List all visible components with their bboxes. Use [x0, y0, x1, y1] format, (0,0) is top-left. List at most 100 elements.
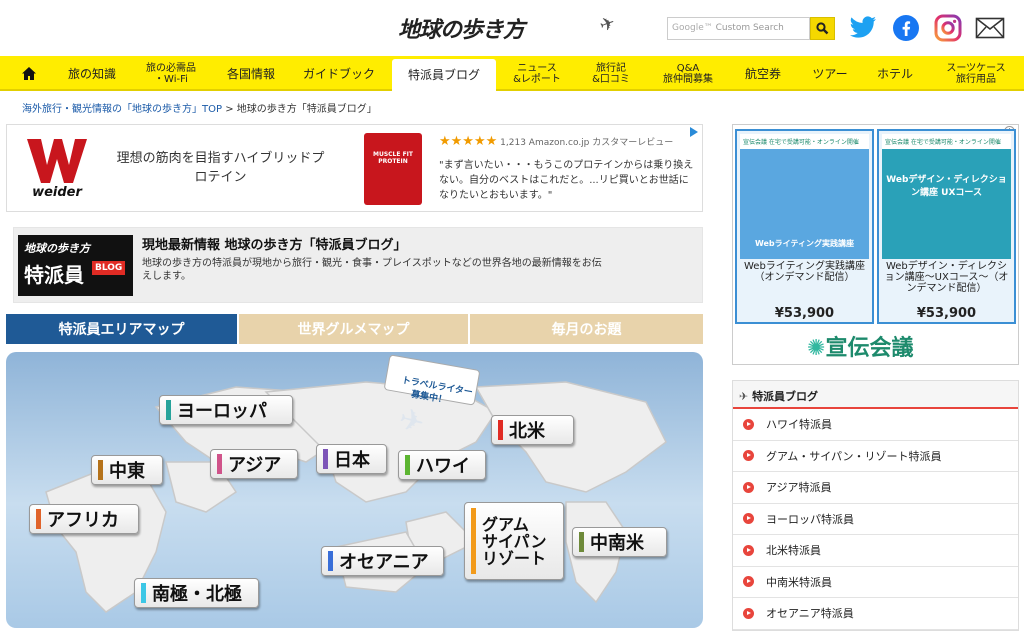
nav-item-travelogue[interactable]: 旅行記 &口コミ	[580, 56, 642, 91]
home-icon[interactable]	[12, 56, 46, 91]
region-oceania[interactable]: オセアニア	[321, 546, 444, 576]
region-guam-saipan-label: グアム サイパン リゾート	[482, 514, 547, 568]
ad-review: ★★★★★ 1,213 Amazon.co.jp カスタマーレビュー	[439, 134, 673, 149]
region-asia[interactable]: アジア	[210, 449, 298, 479]
world-map-graphic	[45, 381, 667, 613]
world-region-map: トラベルライター 募集中！ ✈ ヨーロッパ 中東 アジア 日本 ハワイ 北米 ア…	[6, 352, 703, 628]
weider-logo: weider	[25, 135, 89, 201]
region-guam-saipan[interactable]: グアム サイパン リゾート	[464, 502, 564, 580]
ad-quote: "まず言いたい・・・もうこのプロテインからは乗り換えない。自分のベストはこれだと…	[439, 160, 694, 201]
region-oceania-label: オセアニア	[339, 552, 429, 573]
breadcrumb-home-link[interactable]: 海外旅行・観光情報の「地球の歩き方」TOP	[22, 104, 222, 115]
nav-item-country-info[interactable]: 各国情報	[216, 56, 286, 91]
nav-item-essentials[interactable]: 旅の必需品 ・Wi-Fi	[134, 56, 208, 91]
airplane-icon: ✈	[739, 390, 749, 403]
search-brand: Google™	[672, 23, 713, 33]
blog-intro: 地球の歩き方 特派員 BLOG 現地最新情報 地球の歩き方「特派員ブログ」 地球…	[13, 227, 703, 303]
course-tag: 宣伝会議 在宅で受講可能・オンライン開催	[740, 134, 869, 149]
sidebar-item-asia[interactable]: アジア特派員	[733, 472, 1018, 504]
main-nav: 旅の知識 旅の必需品 ・Wi-Fi 各国情報 ガイドブック 特派員ブログ ニュー…	[0, 56, 1024, 91]
course-card-writing[interactable]: 宣伝会議 在宅で受講可能・オンライン開催 Webライティング実践講座 Webライ…	[735, 129, 874, 324]
site-header: 地球の歩き方 ✈ Google™ Custom Search	[0, 0, 1024, 56]
arrow-circle-icon	[743, 544, 754, 556]
blog-logo: 地球の歩き方 特派員 BLOG	[18, 235, 133, 296]
region-middle-east[interactable]: 中東	[91, 455, 163, 485]
tab-gourmet-map-label: 世界グルメマップ	[297, 322, 410, 338]
tab-gourmet-map[interactable]: 世界グルメマップ	[239, 314, 468, 344]
region-north-america[interactable]: 北米	[491, 415, 574, 445]
twitter-icon[interactable]	[848, 13, 878, 43]
sidebar-item-north-america[interactable]: 北米特派員	[733, 535, 1018, 567]
arrow-circle-icon	[743, 418, 754, 430]
region-polar[interactable]: 南極・北極	[134, 578, 259, 608]
mail-icon[interactable]	[975, 13, 1005, 43]
sidebar-item-label: ヨーロッパ特派員	[766, 512, 854, 526]
course-name: Webライティング実践講座（オンデマンド配信）	[743, 261, 865, 283]
arrow-circle-icon	[743, 450, 754, 462]
nav-item-qa[interactable]: Q&A 旅仲間募集	[652, 56, 724, 91]
nav-item-knowledge[interactable]: 旅の知識	[56, 56, 128, 91]
sidebar-item-label: ハワイ特派員	[766, 418, 832, 432]
region-latin-america[interactable]: 中南米	[572, 527, 667, 557]
sidebar-item-latin-america[interactable]: 中南米特派員	[733, 567, 1018, 598]
adchoices-icon[interactable]	[690, 127, 698, 137]
sendenkaigi-brand: 宣伝会議	[825, 336, 914, 361]
sendenkaigi-logo: ✺宣伝会議	[807, 330, 913, 362]
blog-sidebar-heading-text: 特派員ブログ	[752, 390, 819, 403]
protein-ad-banner[interactable]: weider 理想の筋肉を目指すハイブリッドプロテイン MUSCLE FIT P…	[6, 124, 703, 212]
rating-stars-icon: ★★★★★	[439, 134, 498, 149]
course-image-title: Webライティング実践講座	[754, 239, 855, 248]
sidebar-item-hawaii[interactable]: ハワイ特派員	[733, 409, 1018, 441]
region-north-america-label: 北米	[509, 421, 545, 442]
tab-area-map-label: 特派員エリアマップ	[58, 322, 185, 338]
region-japan[interactable]: 日本	[316, 444, 387, 474]
region-africa-label: アフリカ	[47, 510, 119, 531]
airplane-icon: ✈	[596, 12, 619, 37]
breadcrumb-current: 地球の歩き方「特派員ブログ」	[236, 104, 377, 115]
nav-item-flights[interactable]: 航空券	[734, 56, 792, 91]
sendenkaigi-ad[interactable]: i 宣伝会議 在宅で受講可能・オンライン開催 Webライティング実践講座 Web…	[732, 124, 1019, 365]
tab-area-map[interactable]: 特派員エリアマップ	[6, 314, 237, 344]
nav-item-news[interactable]: ニュース &レポート	[504, 56, 570, 91]
breadcrumb-separator: >	[225, 104, 234, 115]
sidebar-item-europe[interactable]: ヨーロッパ特派員	[733, 504, 1018, 535]
package-label: MUSCLE FIT PROTEIN	[372, 151, 413, 165]
region-europe[interactable]: ヨーロッパ	[159, 395, 293, 425]
region-africa[interactable]: アフリカ	[29, 504, 139, 534]
blog-description: 地球の歩き方の特派員が現地から旅行・観光・食事・プレイスポットなどの世界各地の最…	[142, 258, 602, 282]
course-price: ¥53,900	[916, 306, 977, 321]
region-hawaii[interactable]: ハワイ	[398, 450, 486, 480]
facebook-icon[interactable]	[891, 13, 921, 43]
nav-item-hotels[interactable]: ホテル	[866, 56, 924, 91]
sidebar-item-label: アジア特派員	[766, 481, 832, 495]
region-hawaii-label: ハワイ	[416, 456, 470, 477]
course-card-design[interactable]: 宣伝会議 在宅で受講可能・オンライン開催 Webデザイン・ディレクション講座 U…	[877, 129, 1016, 324]
protein-package: MUSCLE FIT PROTEIN	[364, 133, 422, 205]
search-input[interactable]: Google™ Custom Search	[667, 17, 810, 40]
nav-item-blog[interactable]: 特派員ブログ	[392, 59, 496, 91]
sidebar-item-label: オセアニア特派員	[766, 607, 854, 621]
instagram-icon[interactable]	[933, 13, 963, 43]
tab-monthly-topic-label: 毎月のお題	[551, 322, 622, 338]
course-image-writing: 宣伝会議 在宅で受講可能・オンライン開催 Webライティング実践講座	[740, 134, 869, 259]
sidebar-item-label: 北米特派員	[766, 544, 821, 558]
course-image-design: 宣伝会議 在宅で受講可能・オンライン開催 Webデザイン・ディレクション講座 U…	[882, 134, 1011, 259]
sidebar-item-oceania[interactable]: オセアニア特派員	[733, 598, 1018, 630]
nav-item-tours[interactable]: ツアー	[800, 56, 860, 91]
sidebar-item-guam[interactable]: グアム・サイパン・リゾート特派員	[733, 441, 1018, 472]
arrow-circle-icon	[743, 513, 754, 525]
region-asia-label: アジア	[228, 455, 282, 476]
arrow-circle-icon	[743, 607, 754, 619]
ad-headline: 理想の筋肉を目指すハイブリッドプロテイン	[116, 151, 325, 185]
course-image-title: Webデザイン・ディレクション講座 UXコース	[886, 175, 1007, 198]
tab-monthly-topic[interactable]: 毎月のお題	[470, 314, 703, 344]
site-logo[interactable]: 地球の歩き方	[398, 12, 525, 44]
blog-sidebar: ✈ 特派員ブログ ハワイ特派員 グアム・サイパン・リゾート特派員 アジア特派員 …	[732, 380, 1019, 631]
search-placeholder: Custom Search	[715, 23, 784, 33]
nav-item-guidebook[interactable]: ガイドブック	[294, 56, 384, 91]
blog-sidebar-heading: ✈ 特派員ブログ	[733, 381, 1018, 409]
blog-logo-line2: 特派員	[24, 263, 84, 287]
search-button[interactable]	[810, 17, 835, 40]
region-latin-america-label: 中南米	[590, 533, 644, 554]
nav-item-suitcase[interactable]: スーツケース 旅行用品	[932, 56, 1020, 91]
